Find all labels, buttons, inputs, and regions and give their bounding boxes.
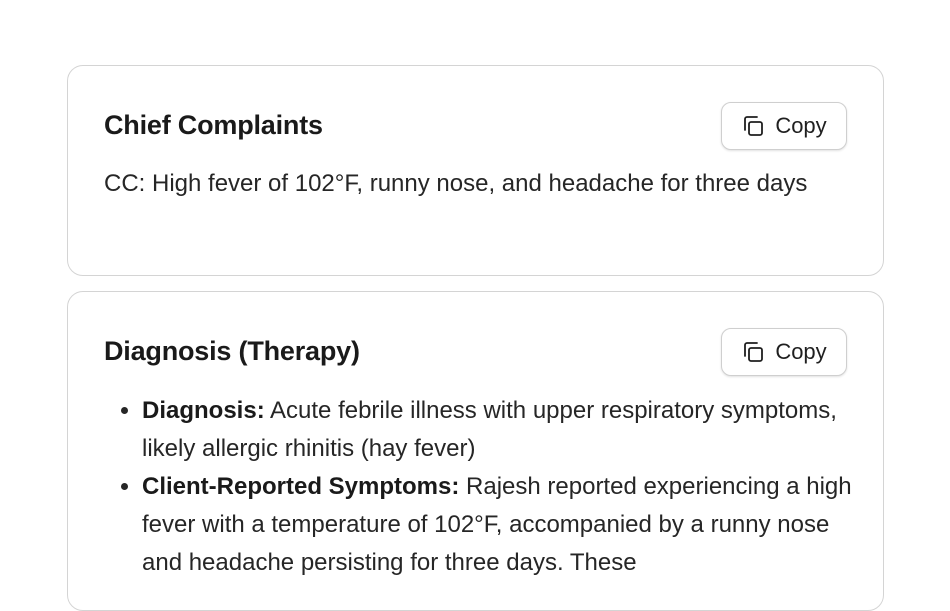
copy-button[interactable]: Copy [721, 102, 847, 150]
list-item: Diagnosis: Acute febrile illness with up… [142, 392, 853, 468]
item-label: Diagnosis: [142, 397, 265, 424]
chief-complaints-text: CC: High fever of 102°F, runny nose, and… [104, 170, 808, 197]
diagnosis-card: Diagnosis (Therapy) Copy Diagnosis: Acut… [67, 291, 884, 611]
section-title: Chief Complaints [104, 110, 323, 140]
chief-complaints-card: Chief Complaints Copy CC: High fever of … [67, 65, 884, 276]
list-item: Client-Reported Symptoms: Rajesh reporte… [142, 468, 853, 582]
copy-button[interactable]: Copy [721, 328, 847, 376]
diagnosis-list: Diagnosis: Acute febrile illness with up… [104, 392, 853, 582]
copy-icon [744, 116, 764, 136]
section-title: Diagnosis (Therapy) [104, 336, 360, 366]
item-label: Client-Reported Symptoms: [142, 473, 460, 500]
copy-icon [744, 342, 764, 362]
copy-button-label: Copy [775, 113, 827, 138]
copy-button-label: Copy [775, 339, 827, 364]
